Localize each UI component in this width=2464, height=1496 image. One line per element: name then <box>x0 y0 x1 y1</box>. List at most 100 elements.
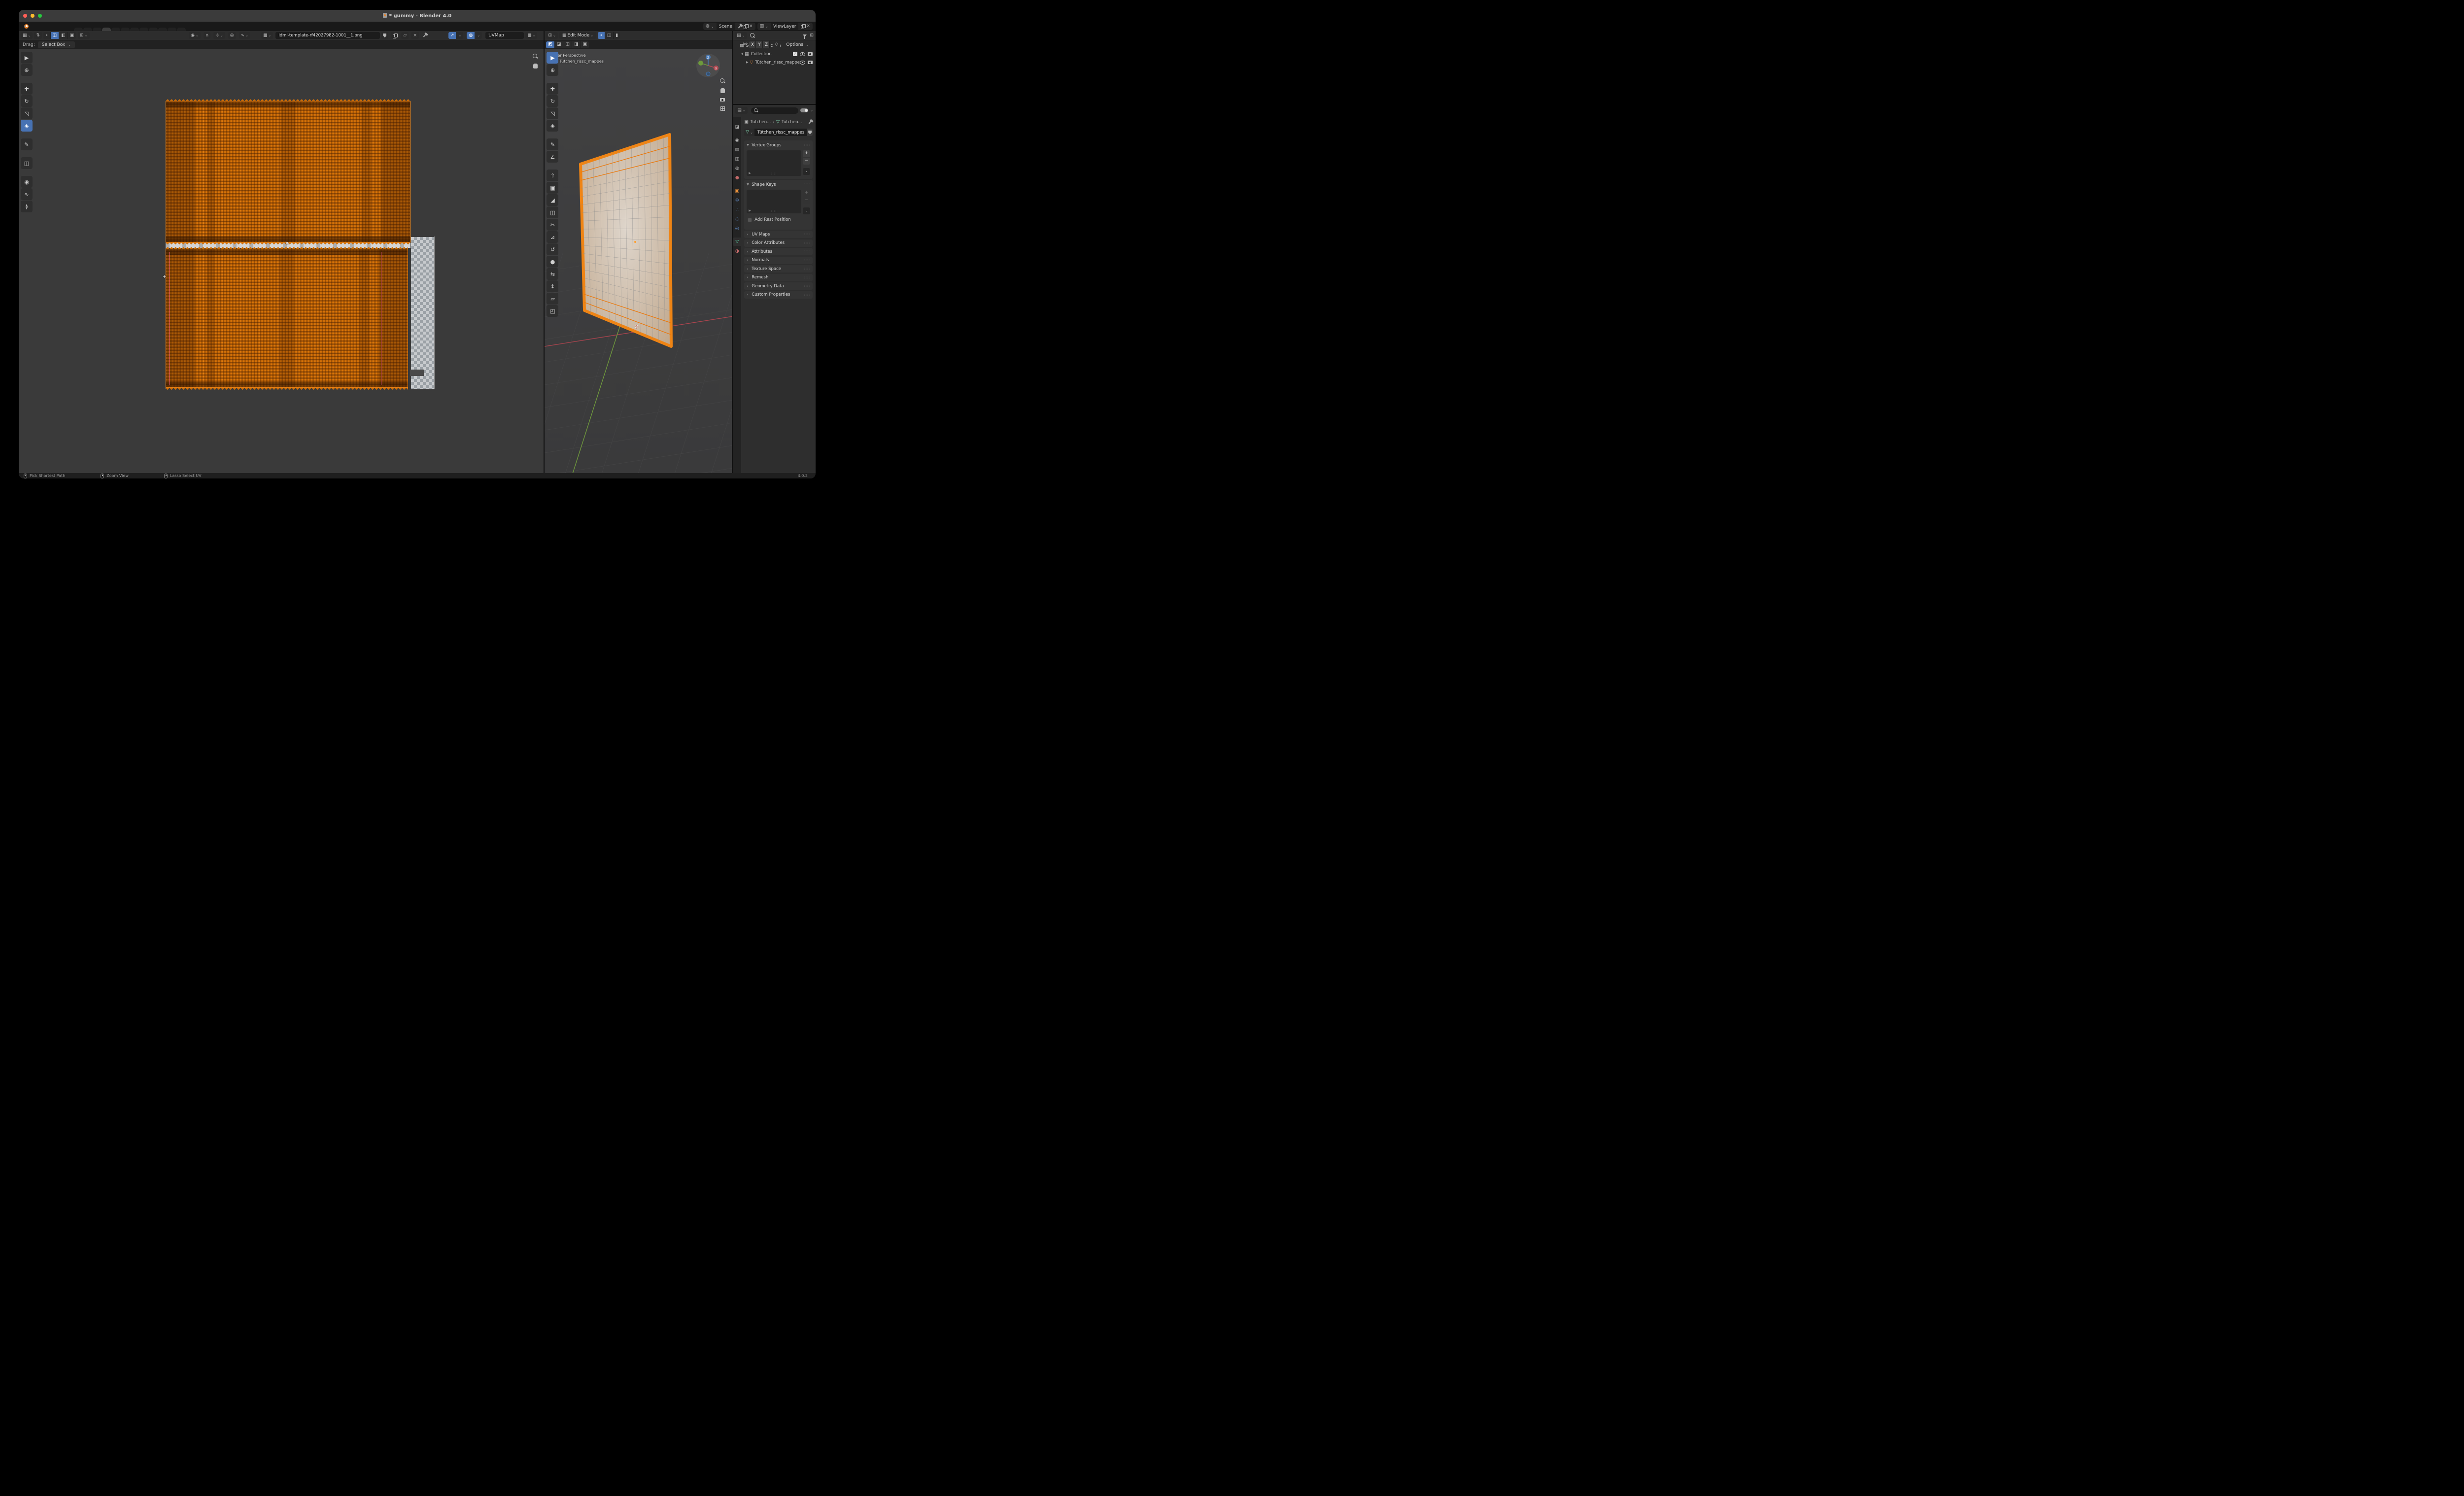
unlink-scene-icon[interactable]: × <box>749 24 753 29</box>
unlink-image-button[interactable]: × <box>411 32 419 39</box>
vertex-groups-header[interactable]: ▼Vertex Groups:::: <box>747 142 810 148</box>
tab-add-workspace[interactable] <box>177 28 186 31</box>
knife-tool[interactable]: ✂ <box>547 219 558 231</box>
mesh-browse-dropdown[interactable]: ▽⌄ <box>744 129 754 136</box>
toggle-perspective-icon[interactable] <box>720 106 725 111</box>
tab-constraints[interactable]: ◎ <box>733 224 741 233</box>
shear-tool[interactable]: ▱ <box>547 293 558 305</box>
vertex-mode-button[interactable]: ∙ <box>598 32 605 39</box>
face-mode-button[interactable]: ▮ <box>614 32 620 39</box>
tab-world[interactable]: ● <box>733 173 741 182</box>
annotate-tool[interactable]: ✎ <box>21 138 33 150</box>
rip-region-tool[interactable]: ◫ <box>21 157 33 169</box>
add-shape-key-button[interactable]: + <box>803 190 810 197</box>
panel-attributes[interactable]: ›Attributes:::: <box>744 248 813 255</box>
panel-normals[interactable]: ›Normals:::: <box>744 257 813 264</box>
scale-tool[interactable]: ◹ <box>547 107 558 119</box>
tab-physics[interactable]: ◌ <box>733 215 741 223</box>
image-name-field[interactable]: idml-template-rf42027982-1001__1.png <box>275 32 380 39</box>
vp-menu-uv[interactable] <box>651 34 655 36</box>
vp-menu-mesh[interactable] <box>636 34 640 36</box>
relax-tool[interactable]: ∿ <box>21 188 33 200</box>
panel-color-attributes[interactable]: ›Color Attributes:::: <box>744 239 813 247</box>
tab-texture-paint[interactable] <box>111 28 120 31</box>
tab-scene[interactable]: ◍ <box>733 164 741 172</box>
tab-material[interactable]: ◑ <box>733 247 741 255</box>
shrink-fatten-tool[interactable]: ↕ <box>547 280 558 292</box>
select-set-mode[interactable]: ◩ <box>546 41 555 48</box>
viewport-canvas[interactable]: User Perspective (1) Tütchen_rissc_mappe… <box>545 49 732 473</box>
transform-tool[interactable]: ◈ <box>547 120 558 132</box>
correct-face-attributes-toggle[interactable]: ◇ <box>773 41 780 48</box>
filter-icon[interactable] <box>803 34 807 37</box>
menu-help[interactable] <box>60 23 67 30</box>
pan-hand-icon[interactable] <box>720 88 725 93</box>
sticky-select-dropdown[interactable]: ⊞⌄ <box>78 32 89 39</box>
panel-uv-maps[interactable]: ›UV Maps:::: <box>744 231 813 238</box>
uv-island-top[interactable] <box>166 101 411 242</box>
zoom-icon[interactable] <box>720 78 725 83</box>
mesh-name-field[interactable]: Tütchen_rissc_mappes <box>754 129 807 136</box>
pin-icon[interactable] <box>423 34 427 37</box>
uv-menu-view[interactable] <box>93 34 99 36</box>
rotate-tool[interactable]: ↻ <box>547 95 558 107</box>
tab-rendering[interactable] <box>139 28 148 31</box>
uv-menu-image[interactable] <box>107 34 113 36</box>
remove-view-layer-icon[interactable]: × <box>806 24 810 29</box>
cursor-tool[interactable]: ⊕ <box>547 64 558 76</box>
blender-logo-icon[interactable] <box>23 24 30 29</box>
vp-menu-vertex[interactable] <box>640 34 644 36</box>
proportional-editing-toggle[interactable]: ◎ <box>228 32 236 39</box>
fake-user-toggle[interactable] <box>381 32 388 39</box>
remove-shape-key-button[interactable]: − <box>803 197 810 204</box>
menu-render[interactable] <box>46 23 53 30</box>
select-mode-island[interactable]: ▣ <box>68 32 76 39</box>
loop-cut-tool[interactable]: ◫ <box>547 206 558 218</box>
uv-map-field[interactable]: UVMap <box>485 32 524 39</box>
gizmo-toggle[interactable]: ↗ <box>448 32 457 39</box>
uv-canvas[interactable]: ▶⊕✚↻◹◈✎◫◉∿≬ ✕ + <box>19 49 544 473</box>
falloff-dropdown[interactable]: ∿⌄ <box>239 32 250 39</box>
select-mode-vertex[interactable]: ∙ <box>43 32 51 39</box>
outliner-row-collection[interactable]: ▼ ▦ Collection ✓ <box>733 50 816 58</box>
gizmo-y-axis[interactable] <box>698 61 703 66</box>
vertex-group-specials-menu[interactable]: ⌄ <box>803 168 810 175</box>
zoom-icon[interactable] <box>533 54 538 59</box>
vp-menu-select[interactable] <box>628 34 632 36</box>
scale-tool[interactable]: ◹ <box>21 107 33 119</box>
extrude-region-tool[interactable]: ⇧ <box>547 170 558 181</box>
select-mode-edge[interactable]: ◫ <box>51 32 60 39</box>
tab-animation[interactable] <box>130 28 139 31</box>
drag-mode-dropdown[interactable]: Select Box⌄ <box>38 41 75 48</box>
outliner-row-object[interactable]: ▶ ▽ Tütchen_rissc_mappe <box>733 58 816 67</box>
tab-sculpting[interactable] <box>93 28 102 31</box>
panel-texture-space[interactable]: ›Texture Space:::: <box>744 265 813 272</box>
pan-hand-icon[interactable] <box>533 64 538 68</box>
select-intersect-mode[interactable]: ▣ <box>581 41 589 48</box>
tab-view-layer[interactable]: ▥ <box>733 155 741 163</box>
rip-region-tool[interactable]: ◰ <box>547 305 558 317</box>
annotate-tool[interactable]: ✎ <box>547 138 558 150</box>
tab-geometry-nodes[interactable] <box>158 28 167 31</box>
select-subtract-mode[interactable]: ◫ <box>563 41 572 48</box>
uv-menu-uv[interactable] <box>114 34 120 36</box>
tab-shading[interactable] <box>121 28 130 31</box>
scene-selector[interactable]: ◍⌄ Scene × <box>703 23 755 30</box>
tab-layout[interactable] <box>74 28 83 31</box>
spin-tool[interactable]: ↺ <box>547 243 558 255</box>
mode-dropdown[interactable]: ▦Edit Mode⌄ <box>559 32 596 39</box>
breadcrumb-object[interactable]: Tütchen... <box>751 120 771 125</box>
move-tool[interactable]: ✚ <box>547 83 558 95</box>
menu-file[interactable] <box>33 23 39 30</box>
tab-tool[interactable]: ◪ <box>733 123 741 131</box>
edge-mode-button[interactable]: ◫ <box>605 32 614 39</box>
properties-search-input[interactable] <box>751 107 798 114</box>
filter-dropdown-icon[interactable]: ⌄ <box>810 108 813 112</box>
hide-eye-icon[interactable] <box>800 52 805 56</box>
pinch-tool[interactable]: ≬ <box>21 201 33 212</box>
poly-build-tool[interactable]: ⊿ <box>547 231 558 243</box>
open-image-button[interactable]: ▱ <box>401 32 409 39</box>
new-scene-icon[interactable] <box>744 24 748 29</box>
editor-type-dropdown[interactable]: ▤⌄ <box>735 107 747 114</box>
new-image-button[interactable] <box>391 32 399 39</box>
